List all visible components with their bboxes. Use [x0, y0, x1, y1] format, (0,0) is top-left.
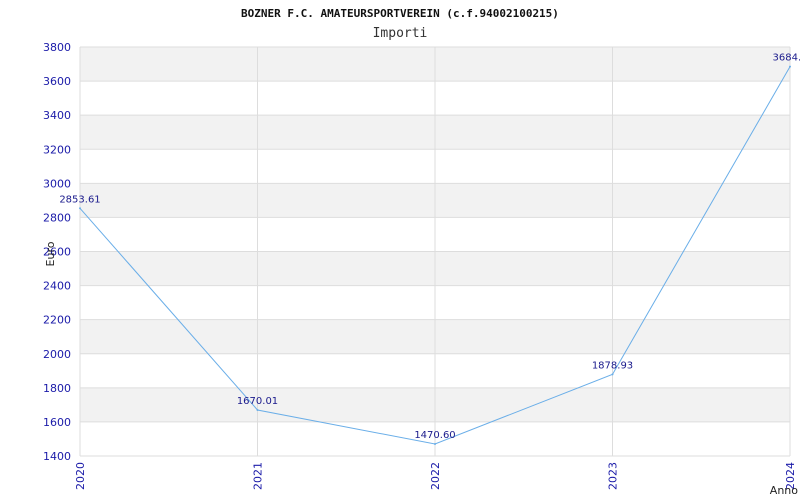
y-tick-label: 1400 [43, 450, 71, 463]
x-tick-label: 2021 [252, 462, 265, 490]
y-tick-label: 3800 [43, 41, 71, 54]
y-axis-label: Euro [44, 241, 57, 266]
line-chart: BOZNER F.C. AMATEURSPORTVEREIN (c.f.9400… [43, 7, 800, 497]
y-tick-label: 3200 [43, 143, 71, 156]
data-point [256, 408, 259, 411]
y-tick-label: 2200 [43, 314, 71, 327]
data-label: 3684.5 [773, 53, 800, 64]
chart-title: BOZNER F.C. AMATEURSPORTVEREIN (c.f.9400… [241, 7, 559, 20]
data-point [79, 207, 81, 210]
data-point [789, 65, 791, 68]
y-tick-label: 1600 [43, 416, 71, 429]
y-tick-label: 3400 [43, 109, 71, 122]
x-axis-label: Anno [770, 484, 798, 497]
x-axis-ticks: 2020 2021 2022 2023 2024 [74, 462, 797, 490]
chart-subtitle: Importi [373, 26, 428, 41]
data-label: 2853.61 [59, 194, 100, 205]
data-labels: 2853.61 1670.01 1470.60 1878.93 3684.5 [59, 53, 800, 441]
y-tick-label: 1800 [43, 382, 71, 395]
y-tick-label: 2000 [43, 348, 71, 361]
data-label: 1878.93 [592, 360, 633, 371]
y-tick-label: 2800 [43, 211, 71, 224]
y-tick-label: 3000 [43, 177, 71, 190]
y-tick-label: 3600 [43, 75, 71, 88]
data-label: 1470.60 [414, 430, 455, 441]
x-tick-label: 2022 [429, 462, 442, 490]
x-tick-label: 2020 [74, 462, 87, 490]
y-tick-label: 2400 [43, 280, 71, 293]
data-point [434, 442, 436, 445]
data-point [611, 373, 614, 376]
x-tick-label: 2023 [607, 462, 620, 490]
data-label: 1670.01 [237, 396, 278, 407]
